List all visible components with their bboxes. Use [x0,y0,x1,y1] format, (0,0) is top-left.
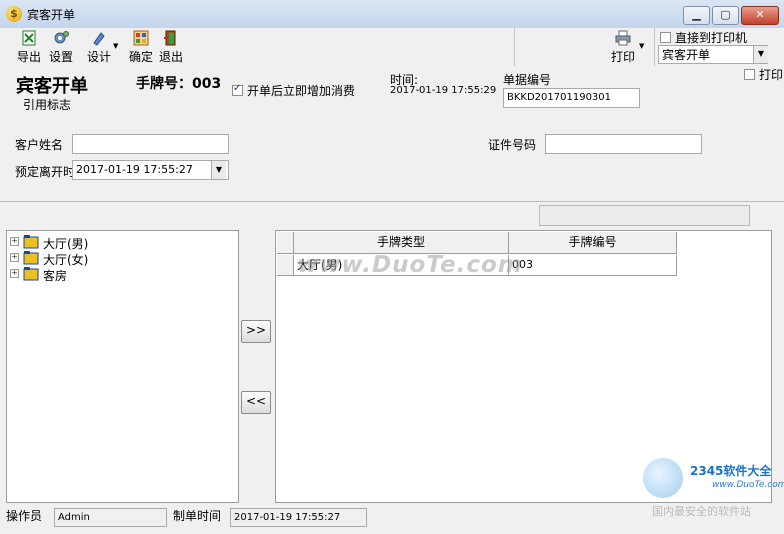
tree-item-label: 大厅(男) [43,237,89,251]
section-divider [0,201,784,202]
reference-flag-label: 引用标志 [23,98,72,112]
app-icon: $ [6,6,22,22]
exit-door-icon [164,30,176,46]
minimize-button[interactable]: ▁ [683,6,710,25]
export-label: 导出 [16,50,41,64]
title-bar [0,0,784,29]
add-consumption-checkbox[interactable] [232,83,243,96]
customer-name-label: 客户姓名 [15,138,64,152]
print-checkbox[interactable] [744,69,755,80]
print-checkbox-label: 打印 [759,68,784,82]
operator-field: Admin [54,508,167,527]
tree-item-label: 客房 [43,269,68,283]
exit-label: 退出 [158,50,183,64]
id-number-label: 证件号码 [488,138,537,152]
add-consumption-label: 开单后立即增加消费 [247,84,356,98]
close-button[interactable]: ✕ [741,6,779,25]
column-header-tag-number[interactable]: 手牌编号 [509,232,677,254]
folder-icon [23,251,39,265]
expand-icon[interactable]: + [10,269,19,278]
mascot-logo [643,458,683,498]
row-indicator[interactable] [277,255,294,276]
doc-number-label: 单据编号 [503,73,552,87]
table-cell-tag-number[interactable]: 003 [509,255,677,276]
exit-button[interactable]: 退出 [156,30,186,64]
export-icon [22,30,36,46]
time-value: 2017-01-19 17:55:29 [390,85,497,96]
folder-icon [23,267,39,281]
toolbar-separator [514,28,515,66]
row-indicator-header [277,232,294,254]
export-button[interactable]: 导出 [14,30,44,64]
departure-dropdown-icon[interactable]: ▼ [211,161,226,179]
design-icon [93,32,105,46]
window-title: 宾客开单 [27,8,76,22]
design-label: 设计 [86,50,111,64]
design-button[interactable]: 设计 [82,30,116,64]
print-button[interactable]: 打印 [608,30,638,64]
direct-print-checkbox[interactable] [660,32,671,43]
watermark-text: www.DuoTe.com [297,252,523,278]
created-time-field: 2017-01-19 17:55:27 [230,508,367,527]
print-label: 打印 [610,50,635,64]
confirm-icon [133,30,149,46]
page-title: 宾客开单 [16,76,88,97]
tree-item-label: 大厅(女) [43,253,89,267]
print-template-select[interactable]: 宾客开单 [658,45,768,64]
gear-icon [54,31,69,44]
printer-icon [615,30,631,46]
created-time-label: 制单时间 [173,509,222,523]
departure-time-label: 预定离开时间 [15,165,73,179]
direct-print-label: 直接到打印机 [675,31,748,45]
column-header-tag-type[interactable]: 手牌类型 [294,232,509,254]
confirm-label: 确定 [128,50,153,64]
expand-icon[interactable]: + [10,253,19,262]
watermark-caption: 国内最安全的软件站 [652,505,751,518]
watermark-logo-url: www.DuoTe.com [712,480,784,490]
settings-label: 设置 [48,50,73,64]
remove-selected-button[interactable]: << [241,391,271,414]
id-number-field[interactable] [545,134,702,154]
customer-name-field[interactable] [72,134,229,154]
settings-button[interactable]: 设置 [46,30,76,64]
folder-icon [23,235,39,249]
info-panel [539,205,750,226]
room-type-tree[interactable]: + 大厅(男) + 大厅(女) + 客房 [6,230,239,503]
print-template-dropdown-icon[interactable]: ▼ [753,46,768,63]
departure-time-picker[interactable]: 2017-01-19 17:55:27 [72,160,229,180]
maximize-button[interactable]: ▢ [712,6,739,25]
confirm-button[interactable]: 确定 [126,30,156,64]
print-dropdown-arrow[interactable]: ▼ [639,42,644,50]
add-selected-button[interactable]: >> [241,320,271,343]
operator-label: 操作员 [6,509,43,523]
tag-number-label: 手牌号：003 [136,76,222,92]
doc-number-field[interactable]: BKKD201701190301 [503,88,640,108]
design-dropdown-arrow[interactable]: ▼ [113,42,118,50]
toolbar-separator-2 [654,28,655,66]
watermark-logo-text: 2345软件大全 [690,464,772,478]
expand-icon[interactable]: + [10,237,19,246]
